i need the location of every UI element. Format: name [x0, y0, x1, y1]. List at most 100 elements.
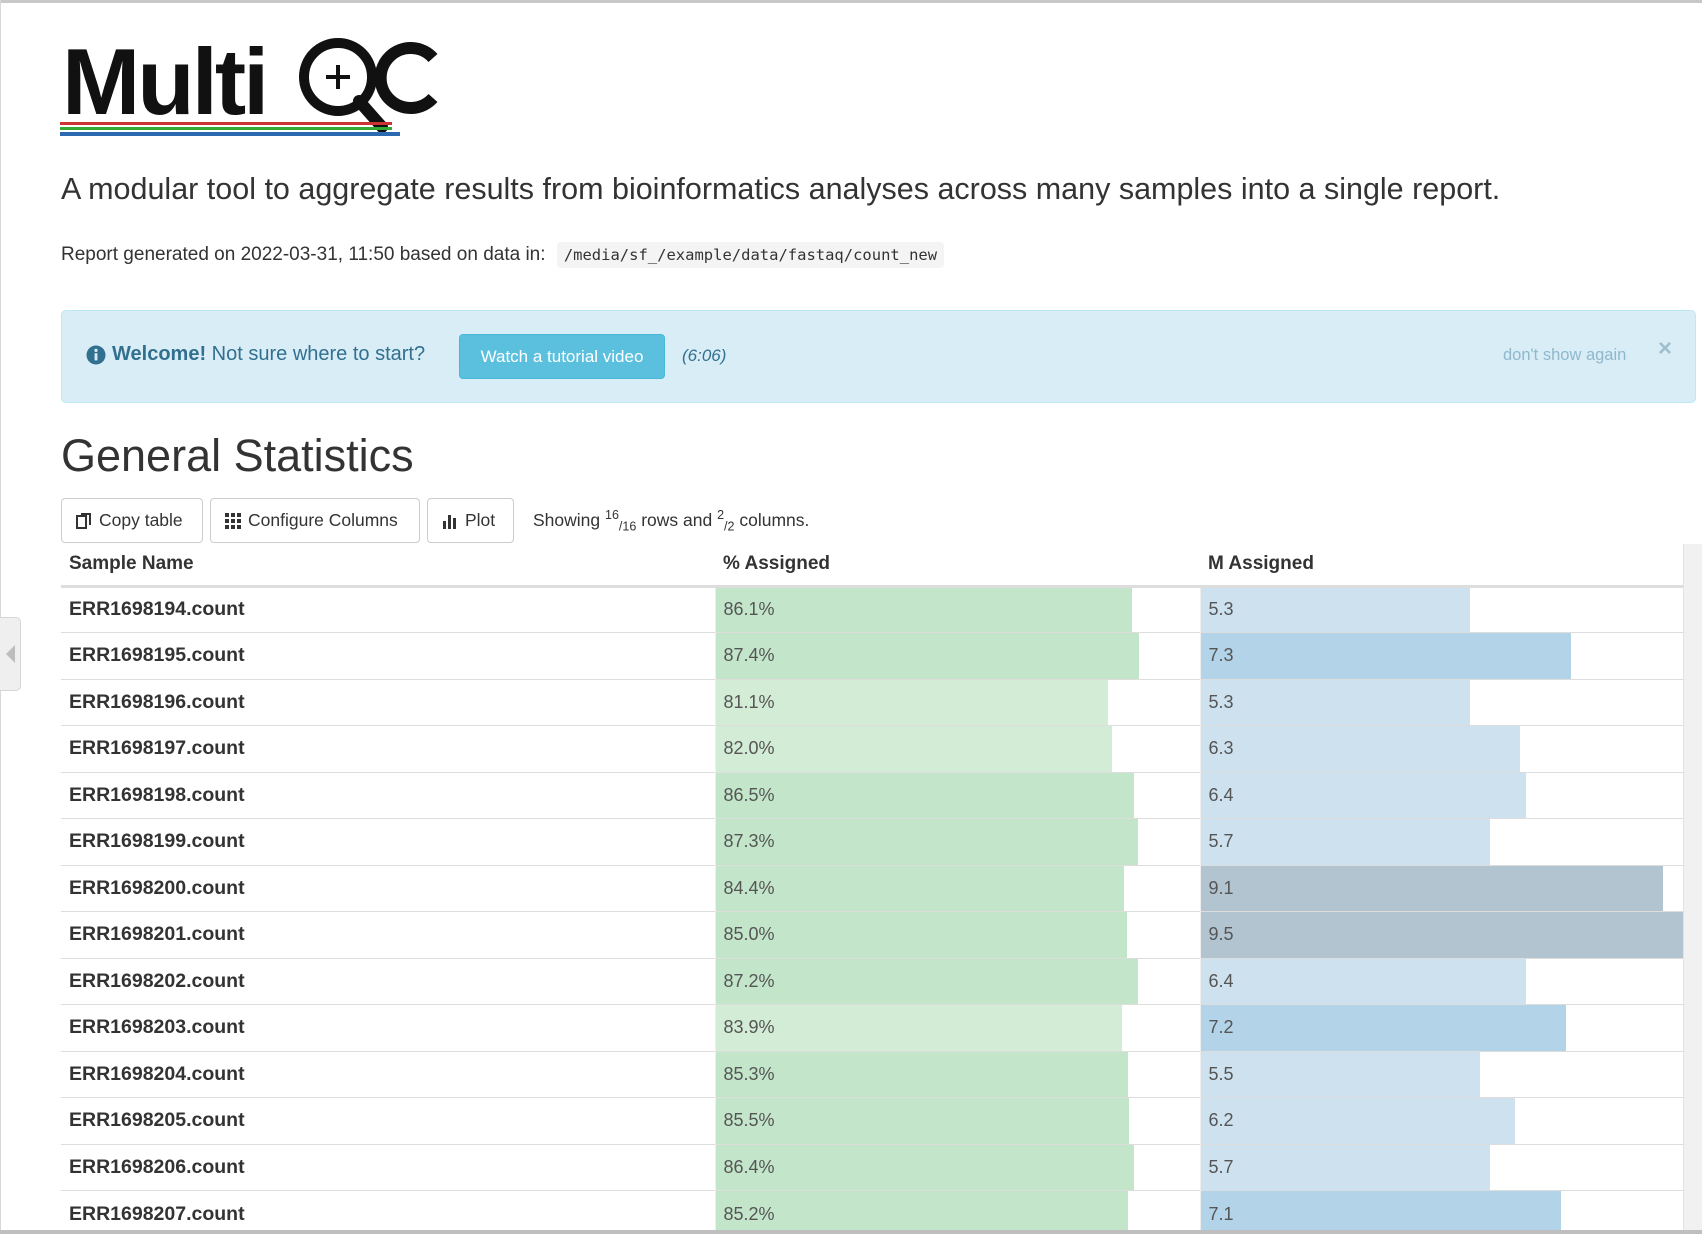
- pct-assigned-bar: [715, 1051, 1129, 1097]
- m-assigned-cell: 6.3: [1199, 725, 1683, 772]
- table-row: ERR1698203.count 83.9% 7.2: [61, 1004, 1683, 1051]
- copy-table-label: Copy table: [99, 510, 183, 530]
- cols-shown: 2: [717, 508, 725, 522]
- m-assigned-bar: [1200, 1144, 1490, 1190]
- horizontal-scrollbar-edge: [0, 1230, 1702, 1234]
- pct-assigned-value: 85.2%: [723, 1203, 775, 1224]
- sample-name-cell: ERR1698199.count: [61, 818, 715, 865]
- pct-assigned-value: 86.1%: [723, 599, 775, 620]
- window-top-border: [0, 0, 1702, 4]
- copy-table-button[interactable]: Copy table: [61, 498, 203, 543]
- copy-icon: [76, 512, 91, 529]
- pct-assigned-bar: [715, 1098, 1130, 1144]
- m-assigned-value: 6.3: [1208, 738, 1234, 759]
- m-assigned-cell: 5.7: [1199, 818, 1683, 865]
- m-assigned-bar: [1200, 587, 1470, 632]
- data-path: /media/sf_/example/data/fastaq/count_new: [556, 242, 945, 268]
- m-assigned-bar: [1200, 1005, 1567, 1051]
- sample-name-cell: ERR1698206.count: [61, 1143, 715, 1191]
- table-row: ERR1698197.count 82.0% 6.3: [61, 725, 1683, 772]
- table-row: ERR1698207.count 85.2% 7.1: [61, 1190, 1683, 1234]
- pct-assigned-bar: [715, 633, 1139, 679]
- sample-name-cell: ERR1698194.count: [61, 585, 715, 633]
- pct-assigned-cell: 87.3%: [714, 818, 1200, 865]
- bar-chart-icon: [443, 514, 456, 529]
- general-stats-table-container[interactable]: Sample Name % Assigned M Assigned ERR169…: [61, 544, 1683, 1234]
- m-assigned-bar: [1200, 865, 1663, 911]
- configure-columns-button[interactable]: Configure Columns: [210, 498, 420, 543]
- section-title: General Statistics: [61, 430, 414, 481]
- m-assigned-cell: 6.4: [1199, 771, 1683, 819]
- m-assigned-value: 9.5: [1208, 924, 1234, 945]
- pct-assigned-bar: [715, 819, 1139, 865]
- table-row: ERR1698205.count 85.5% 6.2: [61, 1097, 1683, 1144]
- m-assigned-bar: [1200, 679, 1470, 725]
- configure-columns-label: Configure Columns: [248, 510, 398, 530]
- m-assigned-value: 9.1: [1208, 877, 1234, 898]
- pct-assigned-bar: [715, 1191, 1128, 1234]
- pct-assigned-cell: 85.5%: [714, 1097, 1200, 1144]
- m-assigned-value: 5.7: [1208, 1156, 1234, 1177]
- showing-counts: Showing 16/16 rows and 2/2 columns.: [533, 508, 809, 533]
- m-assigned-value: 5.5: [1208, 1063, 1234, 1084]
- dont-show-again-link[interactable]: don't show again: [1503, 346, 1626, 365]
- table-row: ERR1698195.count 87.4% 7.3: [61, 632, 1683, 679]
- pct-assigned-bar: [715, 912, 1127, 958]
- pct-assigned-bar: [715, 772, 1135, 818]
- table-row: ERR1698194.count 86.1% 5.3: [61, 585, 1683, 633]
- sample-name-cell: ERR1698200.count: [61, 864, 715, 912]
- plot-label: Plot: [465, 510, 496, 530]
- m-assigned-cell: 9.1: [1199, 864, 1683, 912]
- rows-word: rows and: [641, 509, 713, 530]
- m-assigned-bar: [1200, 1051, 1480, 1097]
- svg-text:Multi: Multi: [62, 30, 266, 134]
- column-header-pct-assigned[interactable]: % Assigned: [715, 544, 1200, 588]
- m-assigned-value: 6.4: [1208, 970, 1234, 991]
- table-scrollbar[interactable]: [1683, 544, 1702, 1234]
- pct-assigned-value: 85.3%: [723, 1063, 775, 1084]
- column-header-sample-name[interactable]: Sample Name: [61, 544, 715, 588]
- watch-tutorial-button[interactable]: Watch a tutorial video: [459, 334, 665, 379]
- pct-assigned-value: 83.9%: [723, 1017, 775, 1038]
- sample-name-cell: ERR1698198.count: [61, 771, 715, 819]
- m-assigned-bar: [1200, 772, 1526, 818]
- m-assigned-bar: [1200, 633, 1572, 679]
- pct-assigned-value: 86.4%: [723, 1156, 775, 1177]
- pct-assigned-bar: [715, 587, 1133, 632]
- pct-assigned-cell: 85.2%: [714, 1190, 1200, 1234]
- m-assigned-value: 6.2: [1208, 1110, 1234, 1131]
- info-circle-icon: [86, 345, 106, 365]
- pct-assigned-bar: [715, 1144, 1134, 1190]
- multiqc-logo[interactable]: Multi: [60, 29, 455, 142]
- sidebar-toggle-button[interactable]: [0, 617, 21, 691]
- sample-name-cell: ERR1698204.count: [61, 1050, 715, 1098]
- cols-total: /2: [724, 519, 735, 534]
- m-assigned-cell: 7.1: [1199, 1190, 1683, 1234]
- pct-assigned-cell: 83.9%: [714, 1004, 1200, 1051]
- sample-name-cell: ERR1698205.count: [61, 1097, 715, 1144]
- m-assigned-cell: 5.3: [1199, 585, 1683, 633]
- pct-assigned-value: 87.2%: [723, 970, 775, 991]
- general-stats-table: Sample Name % Assigned M Assigned ERR169…: [61, 544, 1683, 1234]
- pct-assigned-value: 87.3%: [723, 831, 775, 852]
- table-row: ERR1698206.count 86.4% 5.7: [61, 1143, 1683, 1191]
- column-header-m-assigned[interactable]: M Assigned: [1200, 544, 1683, 588]
- close-alert-button[interactable]: ×: [1658, 337, 1672, 361]
- m-assigned-value: 7.2: [1208, 1017, 1234, 1038]
- sample-name-cell: ERR1698197.count: [61, 725, 715, 772]
- pct-assigned-value: 86.5%: [723, 784, 775, 805]
- pct-assigned-value: 84.4%: [723, 877, 775, 898]
- m-assigned-cell: 5.7: [1199, 1143, 1683, 1191]
- rows-total: /16: [618, 519, 637, 534]
- pct-assigned-bar: [715, 1005, 1122, 1051]
- pct-assigned-bar: [715, 958, 1138, 1004]
- m-assigned-value: 7.3: [1208, 645, 1234, 666]
- pct-assigned-cell: 86.4%: [714, 1143, 1200, 1191]
- m-assigned-bar: [1200, 1191, 1562, 1234]
- plot-button[interactable]: Plot: [427, 498, 514, 543]
- m-assigned-cell: 5.5: [1199, 1050, 1683, 1098]
- m-assigned-cell: 7.2: [1199, 1004, 1683, 1051]
- m-assigned-cell: 7.3: [1199, 632, 1683, 679]
- welcome-alert: Welcome! Not sure where to start? Watch …: [61, 310, 1696, 403]
- sample-name-cell: ERR1698202.count: [61, 957, 715, 1005]
